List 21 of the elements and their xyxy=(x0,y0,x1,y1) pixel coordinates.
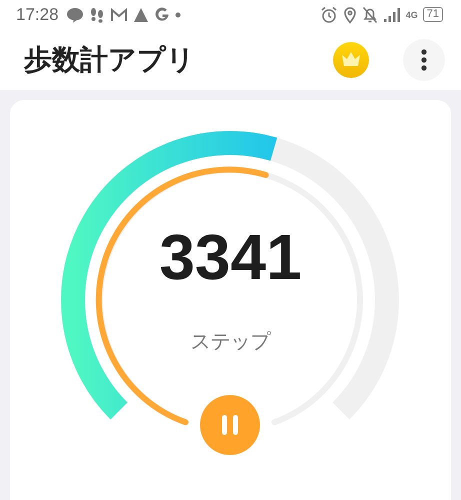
dot-icon xyxy=(174,12,181,18)
location-pin-icon xyxy=(342,6,357,24)
more-menu-button[interactable] xyxy=(403,38,445,81)
step-count: 3341 xyxy=(159,220,302,294)
network-type: 4G xyxy=(406,10,418,20)
step-unit-label: ステップ xyxy=(190,330,270,355)
mail-icon xyxy=(110,6,128,23)
google-icon xyxy=(154,6,170,23)
pause-icon xyxy=(221,414,239,436)
alarm-clock-icon xyxy=(320,6,338,24)
triangle-icon xyxy=(132,6,149,23)
app-title: 歩数計アプリ xyxy=(24,42,195,77)
battery-level: 71 xyxy=(422,7,443,22)
crown-icon xyxy=(340,50,362,69)
bell-off-icon xyxy=(362,6,378,24)
premium-button[interactable] xyxy=(333,42,369,78)
chat-bubble-icon xyxy=(66,6,84,23)
signal-icon xyxy=(382,6,401,23)
more-vert-icon xyxy=(421,48,427,71)
footprints-icon xyxy=(88,6,105,23)
status-time: 17:28 xyxy=(16,4,59,25)
